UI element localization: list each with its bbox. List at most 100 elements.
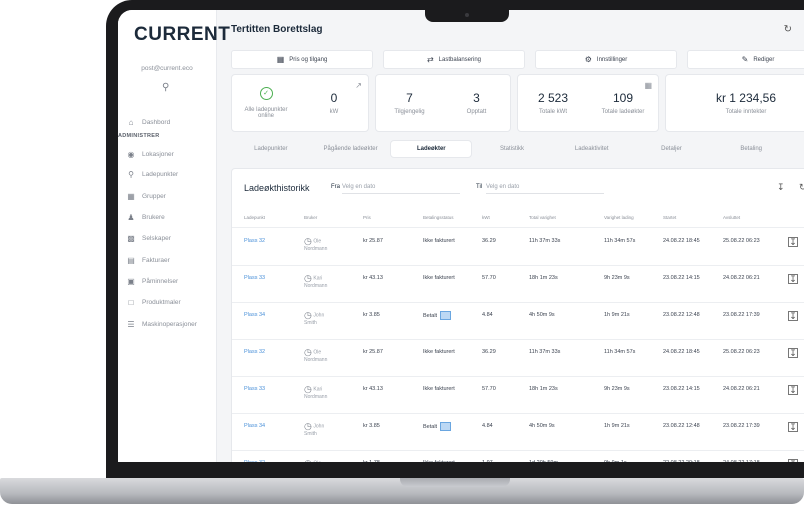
total-duration-cell: 11h 37m 33s <box>529 238 561 244</box>
column-header[interactable]: Total varighet <box>529 215 556 220</box>
sidebar-item-product-templates[interactable]: □ Produktmaler <box>126 298 181 307</box>
available-value: 7 <box>406 91 413 105</box>
table-row[interactable]: Plass 33 ◷ Kari Nordmann kr 43.13 Ikke faktu… <box>232 265 804 303</box>
user-cell[interactable]: ◷ John Smith <box>304 311 324 327</box>
receipt-icon[interactable]: ↧ <box>788 348 798 358</box>
refresh-icon[interactable]: ↻ <box>784 24 792 35</box>
table-row[interactable]: Plass 32◷ OleNordmannkr 1.78Ikke fakture… <box>232 450 804 462</box>
from-label: Fra <box>331 184 340 190</box>
charger-link[interactable]: Plass 34 <box>244 422 265 430</box>
sidebar-item-label: Maskinoperasjoner <box>142 321 197 328</box>
start-time-cell: 23.08.22 12:48 <box>663 423 700 429</box>
user-cell[interactable]: ◷ John Smith <box>304 422 324 438</box>
price-cell: kr 25.87 <box>363 238 383 244</box>
invoice-icon[interactable] <box>440 311 452 320</box>
start-time-cell: 23.08.22 14:15 <box>663 386 700 392</box>
charger-link[interactable]: Plass 32 <box>244 237 265 245</box>
column-header[interactable]: Avsluttet <box>723 215 740 220</box>
end-time-cell: 24.08.22 06:21 <box>723 275 760 281</box>
sidebar-item-invoices[interactable]: ▤ Fakturaer <box>126 256 170 265</box>
kwh-cell: 57.70 <box>482 386 496 392</box>
laptop-chin <box>106 462 804 478</box>
tab-chargers[interactable]: Ladepunkter <box>231 140 311 158</box>
kw-value: 0 <box>330 91 338 105</box>
receipt-icon[interactable]: ↧ <box>788 422 798 432</box>
sidebar-item-users[interactable]: ♟ Brukere <box>126 213 164 222</box>
charger-link[interactable]: Plass 33 <box>244 385 265 393</box>
table-row[interactable]: Plass 34 ◷ John Smith kr 3.85 Betalt 4.84 4h 5… <box>232 413 804 451</box>
page-title: Tertitten Borettslag <box>231 24 323 35</box>
sidebar-item-locations[interactable]: ◉ Lokasjoner <box>126 150 174 159</box>
stats-row: ✓ Alle ladepunkter online 0 kW ↗ 7 Tilgj… <box>231 74 804 132</box>
tab-sessions[interactable]: Ladeøkter <box>390 140 473 158</box>
user-first-name: John <box>313 312 325 319</box>
user-cell[interactable]: ◷ Kari Nordmann <box>304 274 327 290</box>
sidebar-item-companies[interactable]: ▩ Selskaper <box>126 234 171 243</box>
product-icon: □ <box>128 298 134 307</box>
download-icon[interactable]: ↧ <box>777 182 785 193</box>
user-cell[interactable]: ◷ OleNordmann <box>304 237 327 253</box>
payment-status: Ikke fakturert <box>423 275 455 281</box>
calendar-icon[interactable]: ▦ <box>644 81 652 90</box>
sidebar-item-dashboard[interactable]: ⌂ Dashbord <box>126 118 171 127</box>
receipt-icon[interactable]: ↧ <box>788 385 798 395</box>
user-cell[interactable]: ◷ OleNordmann <box>304 348 327 364</box>
kwh-cell: 57.70 <box>482 275 496 281</box>
check-icon: ✓ <box>259 87 273 100</box>
refresh-icon[interactable]: ↻ <box>799 182 804 193</box>
charger-link[interactable]: Plass 32 <box>244 348 265 356</box>
column-header[interactable]: kWt <box>482 215 490 220</box>
tab-statistics[interactable]: Statistikk <box>472 140 552 158</box>
column-header[interactable]: Varighet lading <box>604 215 634 220</box>
tab-payment[interactable]: Betaling <box>711 140 791 158</box>
settings-icon: ⚙ <box>584 55 592 64</box>
sidebar-item-reminders[interactable]: ▣ Påminnelser <box>126 277 178 286</box>
to-date-input[interactable]: Velg en dato <box>486 184 604 194</box>
sessions-label: Totale ladeøkter <box>601 109 645 115</box>
location-icon: ◉ <box>127 150 135 159</box>
price-access-button[interactable]: ▦ Pris og tilgang <box>231 50 373 69</box>
column-header[interactable]: Ladepunkt <box>244 215 265 220</box>
charger-link[interactable]: Plass 33 <box>244 274 265 282</box>
tab-ongoing-sessions[interactable]: Pågående ladeøkter <box>311 140 391 158</box>
column-header[interactable]: Startet <box>663 215 676 220</box>
power-icon: ↗ <box>355 81 362 90</box>
settings-button[interactable]: ⚙ Innstillinger <box>535 50 677 69</box>
from-date-input[interactable]: Velg en dato <box>342 184 460 194</box>
charger-link[interactable]: Plass 34 <box>244 311 265 319</box>
tab-activity[interactable]: Ladeaktivitet <box>552 140 632 158</box>
table-row[interactable]: Plass 32 ◷ Ole Nordmann kr 25.87 Ikke faktur… <box>232 339 804 377</box>
sidebar-item-machine-operations[interactable]: ☰ Maskinoperasjoner <box>126 320 197 329</box>
sidebar-item-groups[interactable]: ▦ Grupper <box>126 192 166 201</box>
payment-status-cell: Ikke fakturert <box>423 274 455 282</box>
sidebar-item-label: Fakturaer <box>142 257 170 264</box>
user-email: post@current.eco <box>141 65 193 72</box>
column-header[interactable]: Bruker <box>304 215 317 220</box>
invoice-icon[interactable] <box>440 422 452 431</box>
receipt-icon[interactable]: ↧ <box>788 274 798 284</box>
user-icon: ◷ <box>304 310 312 320</box>
end-time-cell: 23.08.22 17:39 <box>723 312 760 318</box>
user-icon: ◷ <box>304 421 312 431</box>
charge-duration-cell: 1h 9m 21s <box>604 312 630 318</box>
column-header[interactable]: Betalingsstatus <box>423 215 454 220</box>
column-header[interactable]: Pris <box>363 215 371 220</box>
table-row[interactable]: Plass 33 ◷ Kari Nordmann kr 43.13 Ikke faktu… <box>232 376 804 414</box>
user-cell[interactable]: ◷ Kari Nordmann <box>304 385 327 401</box>
app-screen: CURRENT post@current.eco ⚲ ⌂ Dashbord AD… <box>118 10 804 462</box>
load-balancing-button[interactable]: ⇄ Lastbalansering <box>383 50 525 69</box>
laptop-base-notch <box>400 478 510 487</box>
receipt-icon[interactable]: ↧ <box>788 311 798 321</box>
tab-details[interactable]: Detaljer <box>632 140 712 158</box>
sidebar-item-chargers[interactable]: ⚲ Ladepunkter <box>126 170 178 179</box>
user-first-name: John <box>313 423 325 430</box>
price-cell: kr 43.13 <box>363 386 383 392</box>
edit-icon: ✎ <box>741 55 749 64</box>
search-icon[interactable]: ⚲ <box>162 82 169 93</box>
table-row[interactable]: Plass 34 ◷ John Smith kr 3.85 Betalt 4.84 4h 5… <box>232 302 804 340</box>
user-last-name: Smith <box>304 431 317 438</box>
receipt-icon[interactable]: ↧ <box>788 237 798 247</box>
charge-duration-cell: 9h 23m 9s <box>604 275 630 281</box>
table-row[interactable]: Plass 32 ◷ Ole Nordmann kr 25.87 Ikke faktur… <box>232 228 804 266</box>
edit-button[interactable]: ✎ Rediger <box>687 50 804 69</box>
